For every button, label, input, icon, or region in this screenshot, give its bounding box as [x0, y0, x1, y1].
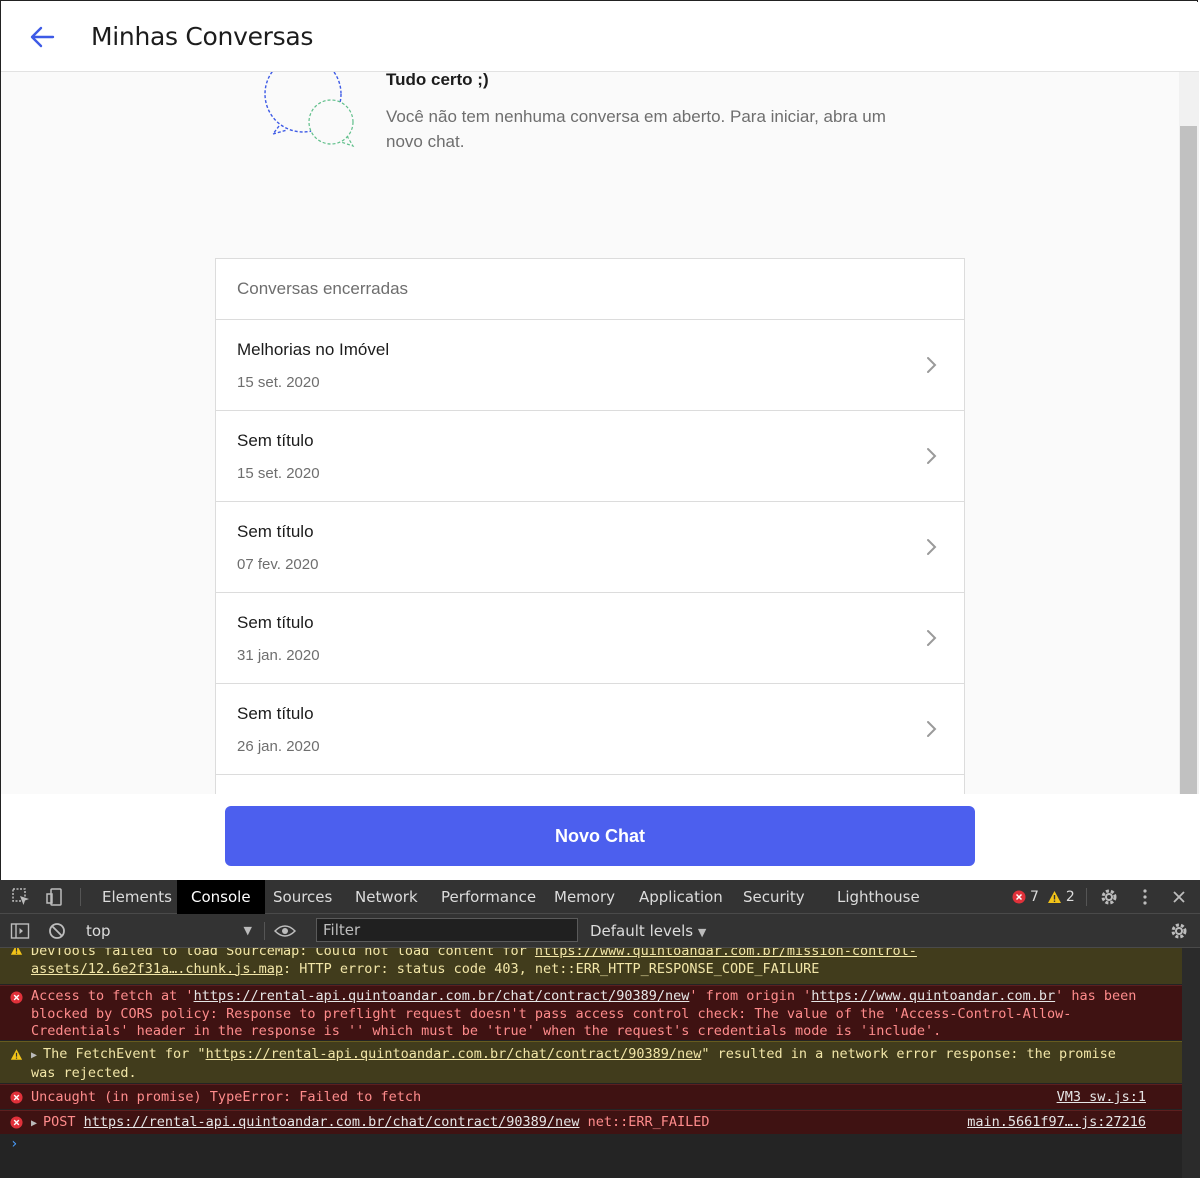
- devtools-panel: Elements Console Sources Network Perform…: [0, 880, 1200, 1178]
- console-scrollbar[interactable]: [1182, 948, 1200, 1178]
- issue-counts[interactable]: 7 2: [1012, 880, 1075, 914]
- conversations-content: Tudo certo ;) Você não tem nenhuma conve…: [1, 72, 1179, 794]
- conversation-title: Sem título: [237, 522, 314, 541]
- conversation-title: Sem título: [237, 704, 314, 723]
- message-link[interactable]: https://rental-api.quintoandar.com.br/ch…: [194, 988, 690, 1004]
- tab-application[interactable]: Application: [628, 880, 734, 914]
- request-method: POST: [43, 1114, 76, 1130]
- expand-triangle-icon[interactable]: ▶: [31, 1047, 43, 1065]
- tab-performance[interactable]: Performance: [430, 880, 547, 914]
- conversation-title: Sem título: [237, 431, 314, 450]
- error-icon: [10, 1116, 23, 1129]
- error-icon: [10, 991, 23, 1004]
- sidebar-toggle-icon[interactable]: [9, 920, 31, 942]
- conversation-date: 07 fev. 2020: [237, 556, 319, 573]
- closed-conversations-header: Conversas encerradas: [216, 259, 964, 320]
- tab-console[interactable]: Console: [177, 880, 265, 914]
- source-link[interactable]: main.5661f97….js:27216: [967, 1114, 1146, 1132]
- error-count: 7: [1030, 889, 1039, 905]
- conversation-title: Melhorias no Imóvel: [237, 340, 390, 359]
- console-message-error: Access to fetch at 'https://rental-api.q…: [0, 985, 1182, 1040]
- more-options-icon[interactable]: [1134, 886, 1156, 908]
- conversation-item[interactable]: Sem título 26 jan. 2020: [216, 684, 964, 775]
- tab-network[interactable]: Network: [344, 880, 429, 914]
- dropdown-arrow-icon: ▼: [243, 924, 252, 937]
- empty-state-title: Tudo certo ;): [386, 72, 489, 89]
- bottom-action-bar: Novo Chat: [1, 794, 1199, 880]
- console-message-warning: DevTools failed to load SourceMap: Could…: [0, 948, 1182, 984]
- conversation-date: 15 set. 2020: [237, 374, 320, 391]
- context-value: top: [86, 922, 111, 940]
- conversation-item[interactable]: Sem título 07 fev. 2020: [216, 502, 964, 593]
- warning-icon: [10, 1049, 23, 1060]
- tab-lighthouse[interactable]: Lighthouse: [826, 880, 931, 914]
- conversation-item[interactable]: Sem título 31 jan. 2020: [216, 593, 964, 684]
- page-scrollbar-thumb[interactable]: [1180, 126, 1197, 794]
- empty-state-message: Você não tem nenhuma conversa em aberto.…: [386, 107, 886, 151]
- filter-input[interactable]: [316, 918, 578, 942]
- chevron-right-icon: [927, 448, 937, 464]
- conversation-title: Sem título: [237, 613, 314, 632]
- back-button[interactable]: [23, 20, 61, 54]
- devtools-tabbar: Elements Console Sources Network Perform…: [0, 880, 1200, 914]
- close-icon[interactable]: [1168, 886, 1190, 908]
- conversation-date: 26 jan. 2020: [237, 738, 320, 755]
- message-text: Uncaught (in promise) TypeError: Failed …: [31, 1089, 422, 1105]
- tab-memory[interactable]: Memory: [543, 880, 626, 914]
- console-prompt-icon[interactable]: ›: [10, 1136, 18, 1154]
- message-link[interactable]: https://rental-api.quintoandar.com.br/ch…: [206, 1046, 702, 1062]
- chevron-right-icon: [927, 630, 937, 646]
- log-levels-label: Default levels: [590, 922, 694, 940]
- console-output: DevTools failed to load SourceMap: Could…: [0, 948, 1182, 1178]
- message-link[interactable]: https://rental-api.quintoandar.com.br/ch…: [84, 1114, 580, 1130]
- console-message-error: Uncaught (in promise) TypeError: Failed …: [0, 1084, 1182, 1109]
- tab-security[interactable]: Security: [732, 880, 816, 914]
- message-text: DevTools failed to load SourceMap: Could…: [31, 948, 535, 959]
- message-text: Access to fetch at ': [31, 988, 194, 1004]
- closed-conversations-card: Conversas encerradas Melhorias no Imóvel…: [215, 258, 965, 794]
- console-message-warning: ▶ The FetchEvent for "https://rental-api.…: [0, 1041, 1182, 1083]
- conversation-item[interactable]: Sem título 15 set. 2020: [216, 411, 964, 502]
- chevron-right-icon: [927, 539, 937, 555]
- console-toolbar: top ▼ Default levels ▼: [0, 914, 1200, 948]
- message-text: : HTTP error: status code 403, net::ERR_…: [282, 960, 820, 977]
- eye-icon[interactable]: [274, 920, 296, 942]
- console-message-error: ▶ POST https://rental-api.quintoandar.com…: [0, 1110, 1182, 1134]
- page-title: Minhas Conversas: [91, 22, 314, 51]
- new-chat-button[interactable]: Novo Chat: [225, 806, 975, 866]
- tab-sources[interactable]: Sources: [262, 880, 343, 914]
- context-select[interactable]: top ▼: [86, 920, 256, 942]
- arrow-left-icon: [30, 26, 55, 48]
- error-icon: [10, 1091, 23, 1104]
- conversation-date: 31 jan. 2020: [237, 647, 320, 664]
- source-link[interactable]: VM3 sw.js:1: [1057, 1089, 1146, 1107]
- clear-console-icon[interactable]: [46, 920, 68, 942]
- warning-count: 2: [1065, 889, 1075, 905]
- app-header: Minhas Conversas: [1, 2, 1199, 72]
- chevron-right-icon: [927, 357, 937, 373]
- message-text: ' from origin ': [689, 988, 812, 1004]
- tab-elements[interactable]: Elements: [90, 880, 184, 914]
- log-levels-dropdown[interactable]: Default levels ▼: [590, 920, 706, 944]
- request-status: net::ERR_FAILED: [587, 1114, 710, 1130]
- warning-icon: [1047, 891, 1061, 903]
- error-icon: [1012, 890, 1026, 904]
- settings-gear-icon[interactable]: [1098, 886, 1120, 908]
- message-link[interactable]: https://www.quintoandar.com.br: [811, 988, 1055, 1004]
- console-settings-icon[interactable]: [1168, 920, 1190, 942]
- warning-icon: [10, 948, 23, 955]
- conversation-item[interactable]: Melhorias no Imóvel 15 set. 2020: [216, 320, 964, 411]
- message-text: The FetchEvent for ": [43, 1046, 206, 1062]
- chevron-right-icon: [927, 721, 937, 737]
- chat-bubbles-icon: [264, 72, 355, 148]
- dropdown-arrow-icon: ▼: [697, 926, 707, 939]
- conversation-date: 15 set. 2020: [237, 465, 320, 482]
- inspect-element-icon[interactable]: [10, 886, 32, 908]
- device-toolbar-icon[interactable]: [44, 886, 66, 908]
- expand-triangle-icon[interactable]: ▶: [31, 1115, 43, 1133]
